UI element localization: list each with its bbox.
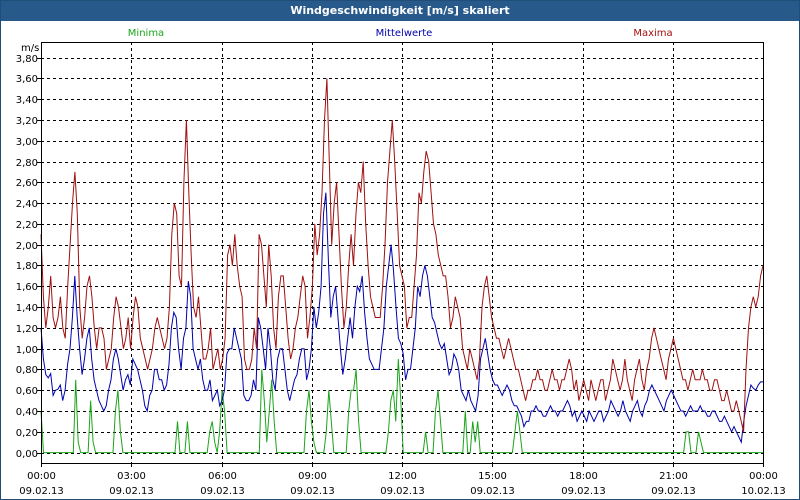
x-tick-time: 09:00 (298, 471, 327, 482)
x-tick-date: 09.02.13 (470, 486, 515, 497)
y-tick-label: 2,80 (16, 158, 38, 169)
x-tick-time: 03:00 (117, 471, 146, 482)
y-tick-label: 3,20 (16, 116, 38, 127)
y-tick-label: 2,00 (16, 241, 38, 252)
y-tick-label: 1,20 (16, 324, 38, 335)
y-tick-label: 3,80 (16, 54, 38, 65)
y-tick-label: 0,60 (16, 386, 38, 397)
y-tick-label: 1,60 (16, 282, 38, 293)
y-tick-label: 1,40 (16, 303, 38, 314)
y-tick-label: 3,60 (16, 74, 38, 85)
y-tick-label: 2,40 (16, 199, 38, 210)
legend-maxima: Maxima (633, 28, 672, 39)
y-tick-label: 3,00 (16, 137, 38, 148)
y-tick-label: 1,00 (16, 345, 38, 356)
x-tick-time: 00:00 (749, 471, 778, 482)
y-tick-label: 2,60 (16, 178, 38, 189)
window-title: Windgeschwindigkeit [m/s] skaliert (1, 1, 799, 21)
plot-area: 0,00 0,20 0,40 0,60 0,80 1,00 1,20 1,40 1,60 1,80… (1, 21, 799, 499)
y-tick-label: 3,40 (16, 95, 38, 106)
x-tick-time: 21:00 (659, 471, 688, 482)
y-axis: 0,00 0,20 0,40 0,60 0,80 1,00 1,20 1,40 1,60 1,80… (16, 54, 41, 460)
x-tick-time: 12:00 (388, 471, 417, 482)
x-tick-time: 15:00 (478, 471, 507, 482)
x-tick-date: 09.02.13 (561, 486, 606, 497)
x-tick-time: 18:00 (569, 471, 598, 482)
x-tick-time: 00:00 (27, 471, 56, 482)
y-tick-label: 2,20 (16, 220, 38, 231)
x-tick-date: 10.02.13 (741, 486, 786, 497)
chart-window: Windgeschwindigkeit [m/s] skaliert 0,00 0… (0, 0, 800, 500)
wind-speed-chart: 0,00 0,20 0,40 0,60 0,80 1,00 1,20 1,40 1,60 1,80… (16, 28, 786, 497)
y-tick-label: 0,20 (16, 428, 38, 439)
x-tick-date: 09.02.13 (380, 486, 425, 497)
x-tick-time: 06:00 (208, 471, 237, 482)
x-tick-date: 09.02.13 (651, 486, 696, 497)
y-tick-label: 0,00 (16, 449, 38, 460)
y-tick-label: 0,80 (16, 365, 38, 376)
x-tick-date: 09.02.13 (109, 486, 154, 497)
x-tick-date: 09.02.13 (200, 486, 245, 497)
y-axis-label: m/s (21, 43, 39, 54)
x-axis: 00:00 09.02.13 03:00 09.02.13 06:00 09.02.13 0… (19, 463, 786, 497)
y-tick-label: 0,40 (16, 407, 38, 418)
x-tick-date: 09.02.13 (290, 486, 335, 497)
x-tick-date: 09.02.13 (19, 486, 64, 497)
y-tick-label: 1,80 (16, 261, 38, 272)
legend-minima: Minima (128, 28, 164, 39)
legend-mittelwerte: Mittelwerte (376, 28, 433, 39)
